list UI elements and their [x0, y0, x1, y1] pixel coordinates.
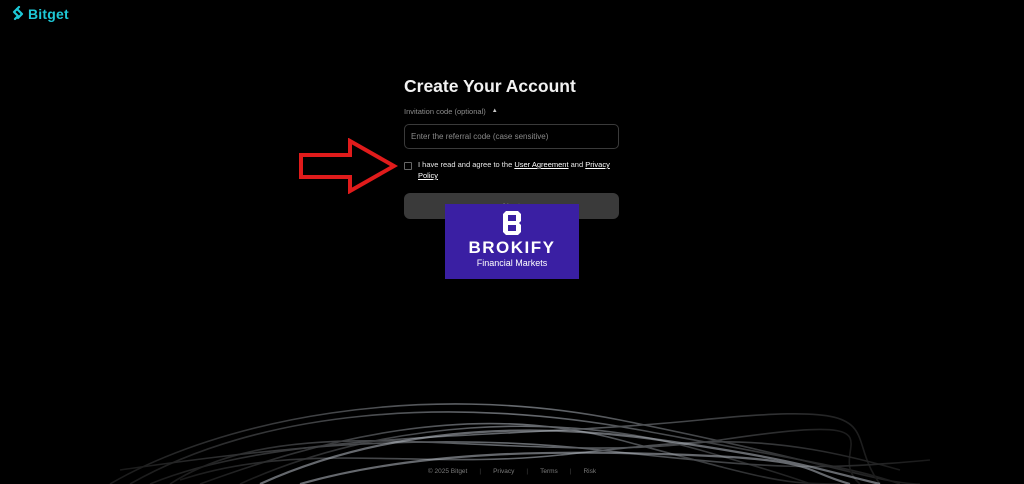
invitation-code-toggle[interactable]: Invitation code (optional) ▲	[404, 106, 619, 116]
footer-separator: |	[479, 468, 482, 475]
brokify-watermark: BROKIFY Financial Markets	[445, 204, 579, 279]
caret-up-icon: ▲	[491, 108, 498, 114]
logo-text: Bitget	[28, 6, 69, 22]
bitget-logo[interactable]: Bitget	[12, 6, 69, 22]
brand-subtitle: Financial Markets	[476, 258, 548, 268]
footer: © 2025 Bitget | Privacy | Terms | Risk	[0, 468, 1024, 475]
footer-copyright: © 2025 Bitget	[427, 468, 468, 475]
signup-form: Create Your Account Invitation code (opt…	[404, 76, 619, 219]
referral-code-input[interactable]	[404, 124, 619, 149]
agreement-and: and	[570, 160, 584, 169]
footer-link-risk[interactable]: Risk	[583, 468, 596, 475]
bitget-logo-icon	[12, 6, 24, 21]
agreement-text: I have read and agree to the User Agreem…	[418, 159, 619, 181]
brand-name: BROKIFY	[468, 238, 556, 257]
footer-separator: |	[569, 468, 572, 475]
page-title: Create Your Account	[404, 76, 576, 96]
footer-link-privacy[interactable]: Privacy	[493, 468, 514, 475]
footer-link-terms[interactable]: Terms	[540, 468, 558, 475]
agreement-prefix: I have read and agree to the	[418, 160, 513, 169]
agreement-checkbox[interactable]	[404, 162, 412, 170]
invitation-code-label: Invitation code (optional)	[404, 106, 486, 116]
footer-separator: |	[526, 468, 529, 475]
agreement-row: I have read and agree to the User Agreem…	[404, 159, 619, 181]
user-agreement-link[interactable]: User Agreement	[514, 160, 568, 169]
red-arrow-annotation	[299, 138, 398, 194]
brokify-logo-icon	[503, 211, 521, 235]
